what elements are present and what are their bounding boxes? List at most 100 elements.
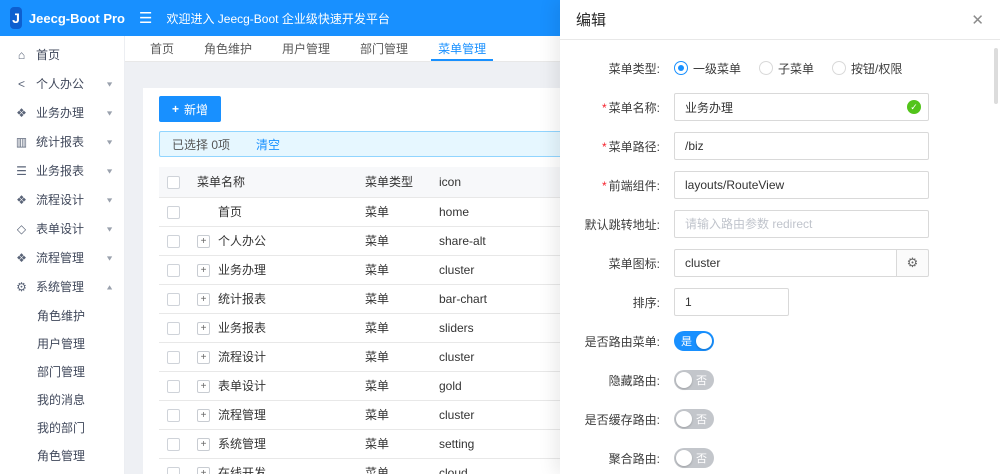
redirect-input[interactable] [674,210,929,238]
logo-icon: J [10,7,22,29]
expand-row-icon[interactable]: + [197,235,210,249]
sidebar-item-business-report[interactable]: ☰ 业务报表 ▼ [0,156,124,185]
expand-row-icon[interactable]: + [197,322,210,336]
app-name: Jeecg-Boot Pro [28,10,125,26]
row-checkbox[interactable] [167,350,180,364]
row-checkbox[interactable] [167,408,180,422]
radio-button-permission[interactable]: 按钮/权限 [832,60,902,77]
sidebar-subitem-label: 我的消息 [37,392,86,407]
edit-drawer: 编辑 ✕ 菜单类型: 一级菜单 子菜单 按钮/权限 * 菜单名称: 业务办理 ✓… [560,0,1000,474]
sidebar-subitem-user-management[interactable]: 用户管理 [0,329,124,357]
radio-label: 子菜单 [778,61,815,76]
icon-cell: gold [431,371,552,401]
hide-route-switch[interactable]: 否 [674,370,714,390]
menu-name-cell: 业务办理 [218,263,267,277]
menu-type-cell: 菜单 [357,342,431,372]
setting-icon: ⚙ [16,279,27,294]
tab-label: 首页 [150,42,175,56]
sidebar-item-label: 系统管理 [36,280,85,294]
menu-name-input[interactable] [674,93,929,121]
radio-top-level-menu[interactable]: 一级菜单 [674,60,741,77]
menu-icon-label: 菜单图标: [608,256,660,271]
tab-user-management[interactable]: 用户管理 [267,36,345,61]
row-checkbox[interactable] [167,379,180,393]
switch-knob [676,450,692,466]
sidebar-subitem-role-maintenance[interactable]: 角色维护 [0,301,124,329]
menu-icon-input[interactable] [674,249,897,277]
required-asterisk: * [601,100,607,115]
component-input[interactable] [674,171,929,199]
tab-menu-management[interactable]: 菜单管理 [423,36,501,61]
menu-name-cell: 首页 [218,205,243,219]
sidebar-item-home[interactable]: ⌂ 首页 [0,40,124,69]
row-checkbox[interactable] [167,292,180,306]
form-row-redirect: 默认跳转地址: [560,210,1000,238]
route-menu-switch[interactable]: 是 [674,331,714,351]
icon-cell: bar-chart [431,284,552,314]
sidebar-item-process-management[interactable]: ❖ 流程管理 ▼ [0,243,124,272]
menu-type-cell: 菜单 [357,371,431,401]
row-checkbox[interactable] [167,437,180,451]
switch-text: 否 [696,375,707,387]
sidebar-subitem-my-messages[interactable]: 我的消息 [0,385,124,413]
sidebar-subitem-department-management[interactable]: 部门管理 [0,357,124,385]
menu-type-cell: 菜单 [357,284,431,314]
chevron-down-icon: ▼ [105,195,114,204]
expand-row-icon[interactable]: + [197,409,210,423]
sidebar-subitem-my-department[interactable]: 我的部门 [0,413,124,441]
sidebar-item-statistic-report[interactable]: ▥ 统计报表 ▼ [0,127,124,156]
expand-row-icon[interactable]: + [197,380,210,394]
icon-cell: share-alt [431,226,552,256]
row-checkbox[interactable] [167,321,180,335]
row-checkbox[interactable] [167,466,180,474]
sidebar-subitem-label: 部门管理 [37,364,86,379]
clear-selection-link[interactable]: 清空 [256,136,280,153]
sidebar-item-label: 表单设计 [36,222,85,236]
expand-row-icon[interactable]: + [197,293,210,307]
sidebar-subitem-role-management[interactable]: 角色管理 [0,441,124,469]
menu-type-cell: 菜单 [357,255,431,285]
expand-row-icon[interactable]: + [197,467,210,474]
column-header-type: 菜单类型 [357,167,431,198]
icon-picker-button[interactable]: ⚙ [897,249,929,277]
sidebar-item-personal-office[interactable]: < 个人办公 ▼ [0,69,124,98]
menu-path-input[interactable] [674,132,929,160]
tab-role-maintenance[interactable]: 角色维护 [189,36,267,61]
cache-route-switch[interactable]: 否 [674,409,714,429]
column-header-icon: icon [431,167,552,198]
logo[interactable]: J Jeecg-Boot Pro [0,0,125,36]
chevron-down-icon: ▼ [105,253,114,262]
switch-text: 是 [681,336,692,348]
expand-row-icon[interactable]: + [197,438,210,452]
form-row-sort: 排序: [560,288,1000,316]
sidebar-item-business-handling[interactable]: ❖ 业务办理 ▼ [0,98,124,127]
expand-row-icon[interactable]: + [197,351,210,365]
redirect-label: 默认跳转地址: [584,217,660,232]
add-button[interactable]: + 新增 [159,96,222,122]
drawer-title: 编辑 [576,12,607,29]
gold-icon: ◇ [16,221,27,236]
aggregate-route-switch[interactable]: 否 [674,448,714,468]
sidebar-item-process-design[interactable]: ❖ 流程设计 ▼ [0,185,124,214]
sidebar-item-system-management[interactable]: ⚙ 系统管理 ▲ [0,272,124,301]
sidebar-item-label: 业务报表 [36,164,85,178]
tab-department-management[interactable]: 部门管理 [345,36,423,61]
radio-label: 一级菜单 [693,61,742,76]
drawer-scrollbar[interactable] [994,48,998,104]
radio-sub-menu[interactable]: 子菜单 [759,60,814,77]
row-checkbox[interactable] [167,263,180,277]
icon-cell: setting [431,429,552,459]
sort-input[interactable] [674,288,789,316]
sidebar-item-form-design[interactable]: ◇ 表单设计 ▼ [0,214,124,243]
sidebar: ⌂ 首页 < 个人办公 ▼ ❖ 业务办理 ▼ ▥ 统计报表 ▼ ☰ 业务报表 ▼… [0,36,125,474]
menu-type-radio-group: 一级菜单 子菜单 按钮/权限 [674,60,902,77]
expand-row-icon[interactable]: + [197,264,210,278]
check-circle-icon: ✓ [907,100,921,114]
icon-cell: cloud [431,458,552,474]
menu-fold-icon[interactable]: ☰ [139,9,152,27]
row-checkbox[interactable] [167,234,180,248]
close-icon[interactable]: ✕ [971,11,984,29]
tab-home[interactable]: 首页 [135,36,189,61]
row-checkbox[interactable] [167,205,180,219]
select-all-checkbox[interactable] [167,175,180,189]
